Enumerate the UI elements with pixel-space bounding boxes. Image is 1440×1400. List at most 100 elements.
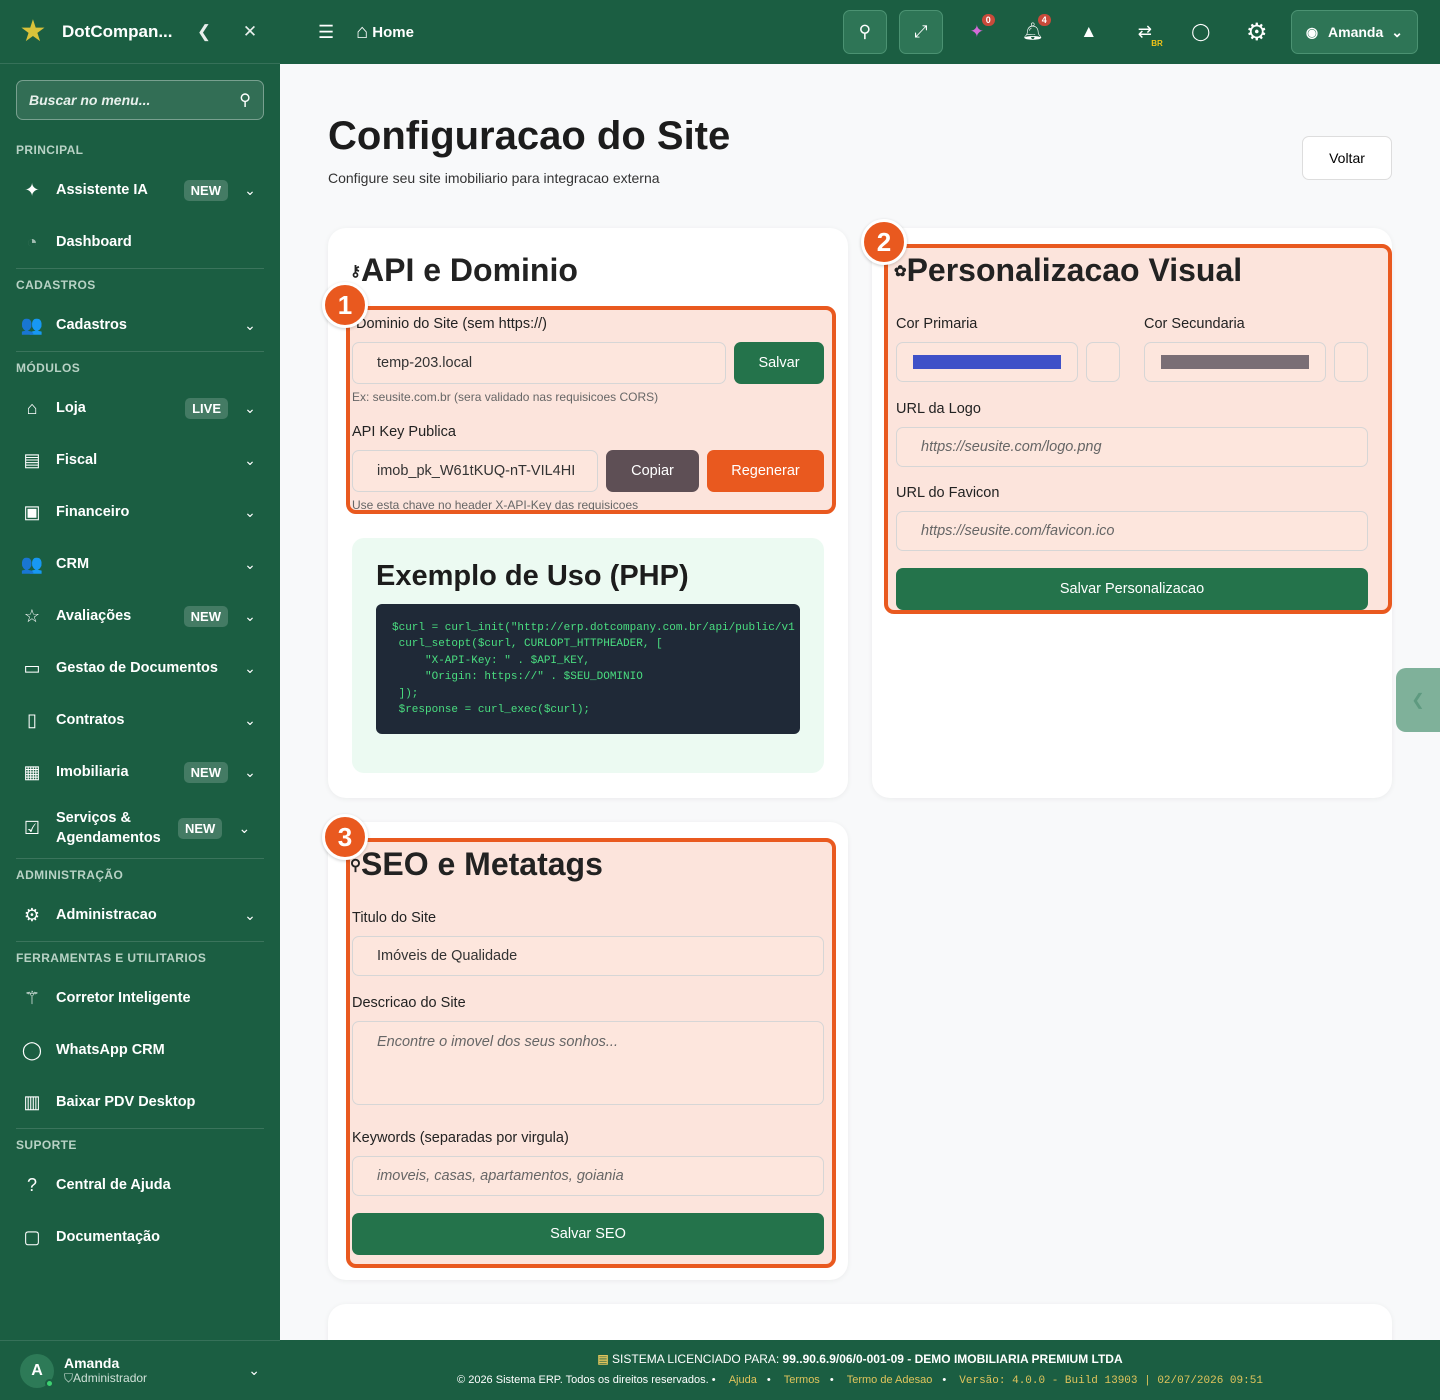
user-menu-button[interactable]: ◉ Amanda ⌄ bbox=[1290, 10, 1418, 54]
notification-count-badge: 4 bbox=[1037, 14, 1051, 26]
sidebar-item-fiscal[interactable]: ▤ Fiscal ⌄ bbox=[0, 434, 280, 486]
secondary-color-picker[interactable] bbox=[1144, 342, 1326, 382]
sidebar-item-label: WhatsApp CRM bbox=[56, 1042, 165, 1058]
save-domain-button[interactable]: Salvar bbox=[734, 342, 824, 384]
menu-icon[interactable]: ☰ bbox=[318, 22, 334, 43]
user-circle-icon: ◉ bbox=[1305, 23, 1319, 40]
chevron-down-icon[interactable]: ⌄ bbox=[240, 608, 260, 625]
card-title: ✿ Personalizacao Visual bbox=[894, 252, 1242, 289]
save-seo-button[interactable]: Salvar SEO bbox=[352, 1213, 824, 1255]
section-cadastros: CADASTROS bbox=[16, 278, 96, 292]
whatsapp-button[interactable]: ◯ bbox=[1179, 10, 1223, 54]
save-visual-button[interactable]: Salvar Personalizacao bbox=[896, 568, 1368, 610]
sidebar-item-cadastros[interactable]: 👥 Cadastros ⌄ bbox=[0, 299, 280, 351]
sidebar-item-avaliacoes[interactable]: ☆ Avaliações NEW ⌄ bbox=[0, 590, 280, 642]
footer-links: © 2026 Sistema ERP. Todos os direitos re… bbox=[457, 1374, 1263, 1387]
sidebar-item-assistente[interactable]: ✦ Assistente IA NEW ⌄ bbox=[0, 164, 280, 216]
sidebar-item-pdv[interactable]: ▥ Baixar PDV Desktop bbox=[0, 1076, 280, 1128]
site-description-textarea[interactable]: Encontre o imovel dos seus sonhos... bbox=[352, 1021, 824, 1105]
chevron-down-icon[interactable]: ⌄ bbox=[240, 400, 260, 417]
sidebar-item-documentos[interactable]: ▭ Gestao de Documentos ⌄ bbox=[0, 642, 280, 694]
gear-icon: ⚙ bbox=[23, 904, 41, 925]
cash-icon: ▣ bbox=[23, 501, 41, 522]
chevron-down-icon[interactable]: ⌄ bbox=[234, 820, 254, 837]
sidebar-item-servicos[interactable]: ☑ Serviços & Agendamentos NEW ⌄ bbox=[0, 798, 280, 858]
sidebar-item-label: Fiscal bbox=[56, 452, 98, 468]
site-title-label: Titulo do Site bbox=[352, 910, 437, 926]
sidebar-header: ★ DotCompan... ❮ ✕ bbox=[0, 0, 280, 64]
secondary-color-label: Cor Secundaria bbox=[1144, 316, 1245, 332]
terms-link[interactable]: Termos bbox=[784, 1374, 820, 1386]
favicon-url-input[interactable]: https://seusite.com/favicon.ico bbox=[896, 511, 1368, 551]
sidebar-item-label: Contratos bbox=[56, 712, 125, 728]
ai-count-badge: 0 bbox=[981, 14, 995, 26]
section-ferramentas: FERRAMENTAS E UTILITARIOS bbox=[16, 951, 207, 965]
user-name: Amanda bbox=[1328, 24, 1384, 40]
users-icon: 👥 bbox=[20, 314, 44, 335]
sidebar-item-crm[interactable]: 👥 CRM ⌄ bbox=[0, 538, 280, 590]
api-key-label: API Key Publica bbox=[352, 424, 456, 440]
chevron-down-icon[interactable]: ⌄ bbox=[240, 317, 260, 334]
domain-input[interactable]: temp-203.local bbox=[352, 342, 726, 384]
api-card: ⚷ API e Dominio Dominio do Site (sem http… bbox=[328, 228, 848, 798]
secondary-color-hex-input[interactable] bbox=[1334, 342, 1368, 382]
sidebar-item-corretor[interactable]: ⚚ Corretor Inteligente bbox=[0, 972, 280, 1024]
new-badge: NEW bbox=[183, 179, 228, 201]
adhesion-link[interactable]: Termo de Adesao bbox=[847, 1374, 933, 1386]
chevron-down-icon[interactable]: ⌄ bbox=[240, 504, 260, 521]
secondary-color-swatch bbox=[1161, 355, 1309, 369]
copy-key-button[interactable]: Copiar bbox=[606, 450, 699, 492]
back-button[interactable]: Voltar bbox=[1302, 136, 1392, 180]
logo-url-input[interactable]: https://seusite.com/logo.png bbox=[896, 427, 1368, 467]
site-title-input[interactable]: Imóveis de Qualidade bbox=[352, 936, 824, 976]
sidebar-item-imobiliaria[interactable]: ▦ Imobiliaria NEW ⌄ bbox=[0, 746, 280, 798]
close-icon[interactable]: ✕ bbox=[236, 22, 264, 42]
chevron-left-icon[interactable]: ❮ bbox=[190, 22, 218, 42]
regenerate-key-button[interactable]: Regenerar bbox=[707, 450, 824, 492]
alerts-button[interactable]: ▲ bbox=[1067, 10, 1111, 54]
search-icon: ⚲ bbox=[858, 22, 872, 41]
primary-color-picker[interactable] bbox=[896, 342, 1078, 382]
keywords-input[interactable]: imoveis, casas, apartamentos, goiania bbox=[352, 1156, 824, 1196]
sidebar-item-contratos[interactable]: ▯ Contratos ⌄ bbox=[0, 694, 280, 746]
fullscreen-button[interactable]: ⤢ bbox=[898, 10, 943, 54]
chevron-down-icon[interactable]: ⌄ bbox=[240, 182, 260, 199]
sidebar-item-dashboard[interactable]: ◔ Dashboard bbox=[0, 216, 280, 268]
sidebar-item-whatsapp[interactable]: ◯ WhatsApp CRM bbox=[0, 1024, 280, 1076]
chevron-down-icon[interactable]: ⌄ bbox=[248, 1362, 260, 1379]
chevron-down-icon[interactable]: ⌄ bbox=[240, 907, 260, 924]
ai-button[interactable]: ✦ 0 bbox=[955, 10, 999, 54]
page-subtitle: Configure seu site imobiliario para inte… bbox=[328, 170, 660, 186]
license-value: 99..90.6.9/06/0-001-09 - DEMO IMOBILIARI… bbox=[782, 1352, 1123, 1366]
breadcrumb-home[interactable]: ⌂ Home bbox=[356, 21, 414, 44]
sidebar-item-label: Central de Ajuda bbox=[56, 1177, 171, 1193]
visual-title: Personalizacao Visual bbox=[906, 252, 1243, 288]
sidebar-item-documentacao[interactable]: ▢ Documentação bbox=[0, 1211, 280, 1263]
settings-button[interactable]: ⚙ bbox=[1235, 10, 1279, 54]
chevron-down-icon[interactable]: ⌄ bbox=[240, 712, 260, 729]
sidebar-user[interactable]: A Amanda ⛉Administrador ⌄ bbox=[0, 1340, 280, 1400]
sidebar-item-financeiro[interactable]: ▣ Financeiro ⌄ bbox=[0, 486, 280, 538]
global-search-button[interactable]: ⚲ bbox=[842, 10, 887, 54]
folder-icon: ▭ bbox=[23, 657, 41, 678]
sidebar-item-loja[interactable]: ⌂ Loja LIVE ⌄ bbox=[0, 382, 280, 434]
menu-search-input[interactable] bbox=[29, 92, 240, 108]
menu-search: ⚲ bbox=[16, 80, 264, 120]
notifications-button[interactable]: 🔔︎ 4 bbox=[1011, 10, 1055, 54]
chevron-down-icon[interactable]: ⌄ bbox=[240, 452, 260, 469]
chevron-down-icon[interactable]: ⌄ bbox=[240, 556, 260, 573]
primary-color-hex-input[interactable] bbox=[1086, 342, 1120, 382]
side-panel-toggle[interactable]: ❮ bbox=[1396, 668, 1440, 732]
avatar-initial: A bbox=[31, 1361, 43, 1379]
chevron-down-icon[interactable]: ⌄ bbox=[240, 660, 260, 677]
help-link[interactable]: Ajuda bbox=[729, 1374, 757, 1386]
search-icon[interactable]: ⚲ bbox=[239, 90, 251, 110]
api-key-input[interactable]: imob_pk_W61tKUQ-nT-VIL4HI bbox=[352, 450, 598, 492]
sidebar-item-label: Administracao bbox=[56, 907, 157, 923]
language-button[interactable]: ⇄ BR bbox=[1123, 10, 1167, 54]
sidebar-item-administracao[interactable]: ⚙ Administracao ⌄ bbox=[0, 889, 280, 941]
palette-icon: ✿ bbox=[894, 262, 907, 280]
sidebar-item-ajuda[interactable]: ? Central de Ajuda bbox=[0, 1159, 280, 1211]
section-suporte: SUPORTE bbox=[16, 1138, 77, 1152]
chevron-down-icon[interactable]: ⌄ bbox=[240, 764, 260, 781]
